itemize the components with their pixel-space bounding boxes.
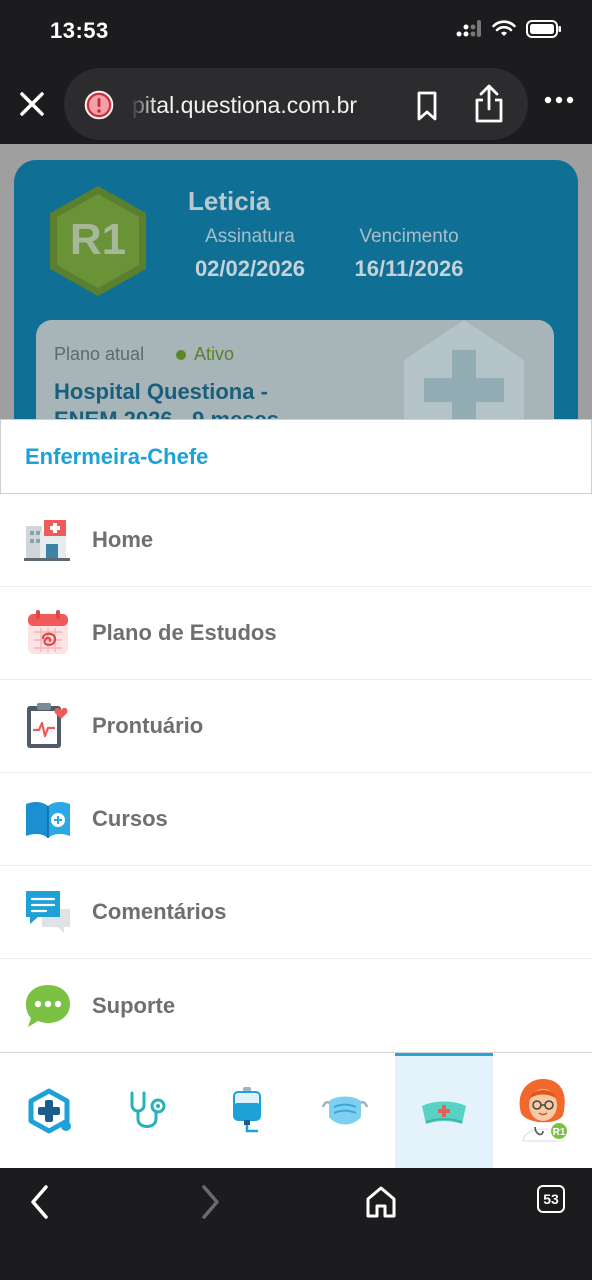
status-time: 13:53 [50,18,109,43]
share-button[interactable] [472,84,506,124]
home-icon [366,1186,396,1218]
menu-item-courses[interactable]: Cursos [0,773,592,866]
comments-icon [24,888,72,936]
expiry-info: Vencimento 16/11/2026 [346,226,472,282]
nav-tab-mask[interactable] [296,1053,395,1169]
plan-box: Plano atual Ativo Hospital Questiona - E… [36,320,554,420]
bookmark-button[interactable] [412,90,442,122]
calendar-icon [24,609,72,657]
menu-item-home[interactable]: Home [0,494,592,587]
menu-label-support: Suporte [92,992,176,1018]
status-icons [456,20,562,38]
menu-label-medical-record: Prontuário [92,713,204,738]
back-button[interactable] [20,1182,60,1222]
iv-bag-icon [232,1087,261,1133]
plan-name: Hospital Questiona - ENEM 2026 - 9 meses [54,378,279,420]
nav-tab-home[interactable] [0,1053,99,1169]
menu-item-support[interactable]: Suporte [0,959,592,1052]
page-content: R1 Leticia Assinatura 02/02/2026 Vencime… [0,144,592,420]
forward-button[interactable] [190,1182,230,1222]
browser-bar: pital.questiona.com.br [0,64,592,144]
status-bar: 13:53 [0,0,592,64]
stethoscope-icon [130,1091,166,1128]
menu-label-comments: Comentários [92,899,227,924]
subscription-date: 02/02/2026 [194,256,306,281]
more-icon [544,96,574,104]
menu-item-study-plan[interactable]: Plano de Estudos [0,587,592,680]
battery-icon [526,20,561,38]
medical-cross-icon [28,1088,72,1134]
level-badge-text: R1 [70,215,126,264]
menu-item-comments[interactable]: Comentários [0,866,592,959]
chat-icon [24,982,72,1030]
plan-status-text: Ativo [194,344,235,364]
tabs-button[interactable]: 53 [537,1185,565,1213]
plan-name-line1: Hospital Questiona - [54,379,268,404]
nurse-cap-icon [421,1101,466,1124]
browser-toolbar: 53 [0,1168,592,1280]
close-button[interactable] [16,88,48,120]
clipboard-icon [24,702,72,750]
menu-sheet: Enfermeira-Chefe Home Plano de Estudos P… [0,419,592,1052]
more-button[interactable] [544,92,574,110]
nav-tab-nurse-cap[interactable] [394,1053,494,1169]
menu-label-courses: Cursos [92,806,168,831]
hospital-watermark-icon [404,320,524,420]
bookmark-icon [417,91,437,121]
subscription-info: Assinatura 02/02/2026 [188,226,312,282]
book-icon [24,795,72,843]
url-fade [130,82,156,126]
expiry-label: Vencimento [359,226,459,247]
share-icon [475,84,503,123]
plan-name-line2: ENEM 2026 - 9 meses [54,407,280,420]
nav-tab-iv-bag[interactable] [197,1053,296,1169]
status-dot [176,349,186,360]
avatar-icon: R1 [519,1079,569,1142]
forward-chevron-icon [202,1185,219,1219]
user-name: Leticia [188,186,271,216]
plan-status: Ativo [176,344,234,365]
back-chevron-icon [31,1185,48,1219]
subscription-label: Assinatura [205,226,295,247]
menu-header: Enfermeira-Chefe [0,419,592,494]
menu-label-home: Home [92,527,154,552]
url-text: pital.questiona.com.br [132,92,358,118]
bottom-nav: R1 [0,1052,592,1169]
expiry-date: 16/11/2026 [354,256,464,281]
home-button[interactable] [361,1182,401,1222]
close-icon [20,92,44,116]
menu-label-study-plan: Plano de Estudos [92,620,277,645]
plan-label: Plano atual [54,344,145,364]
address-bar[interactable]: pital.questiona.com.br [64,68,528,140]
menu-item-medical-record[interactable]: Prontuário [0,680,592,773]
level-badge: R1 [50,186,146,296]
profile-card: R1 Leticia Assinatura 02/02/2026 Vencime… [14,160,578,420]
nav-tab-profile[interactable]: R1 [493,1053,592,1169]
hospital-icon [24,516,72,564]
warning-icon[interactable] [84,90,114,120]
avatar-badge-text: R1 [552,1127,565,1138]
nav-tab-stethoscope[interactable] [99,1053,198,1169]
signal-icon [456,20,481,37]
mask-icon [322,1096,369,1125]
wifi-icon [492,20,516,36]
